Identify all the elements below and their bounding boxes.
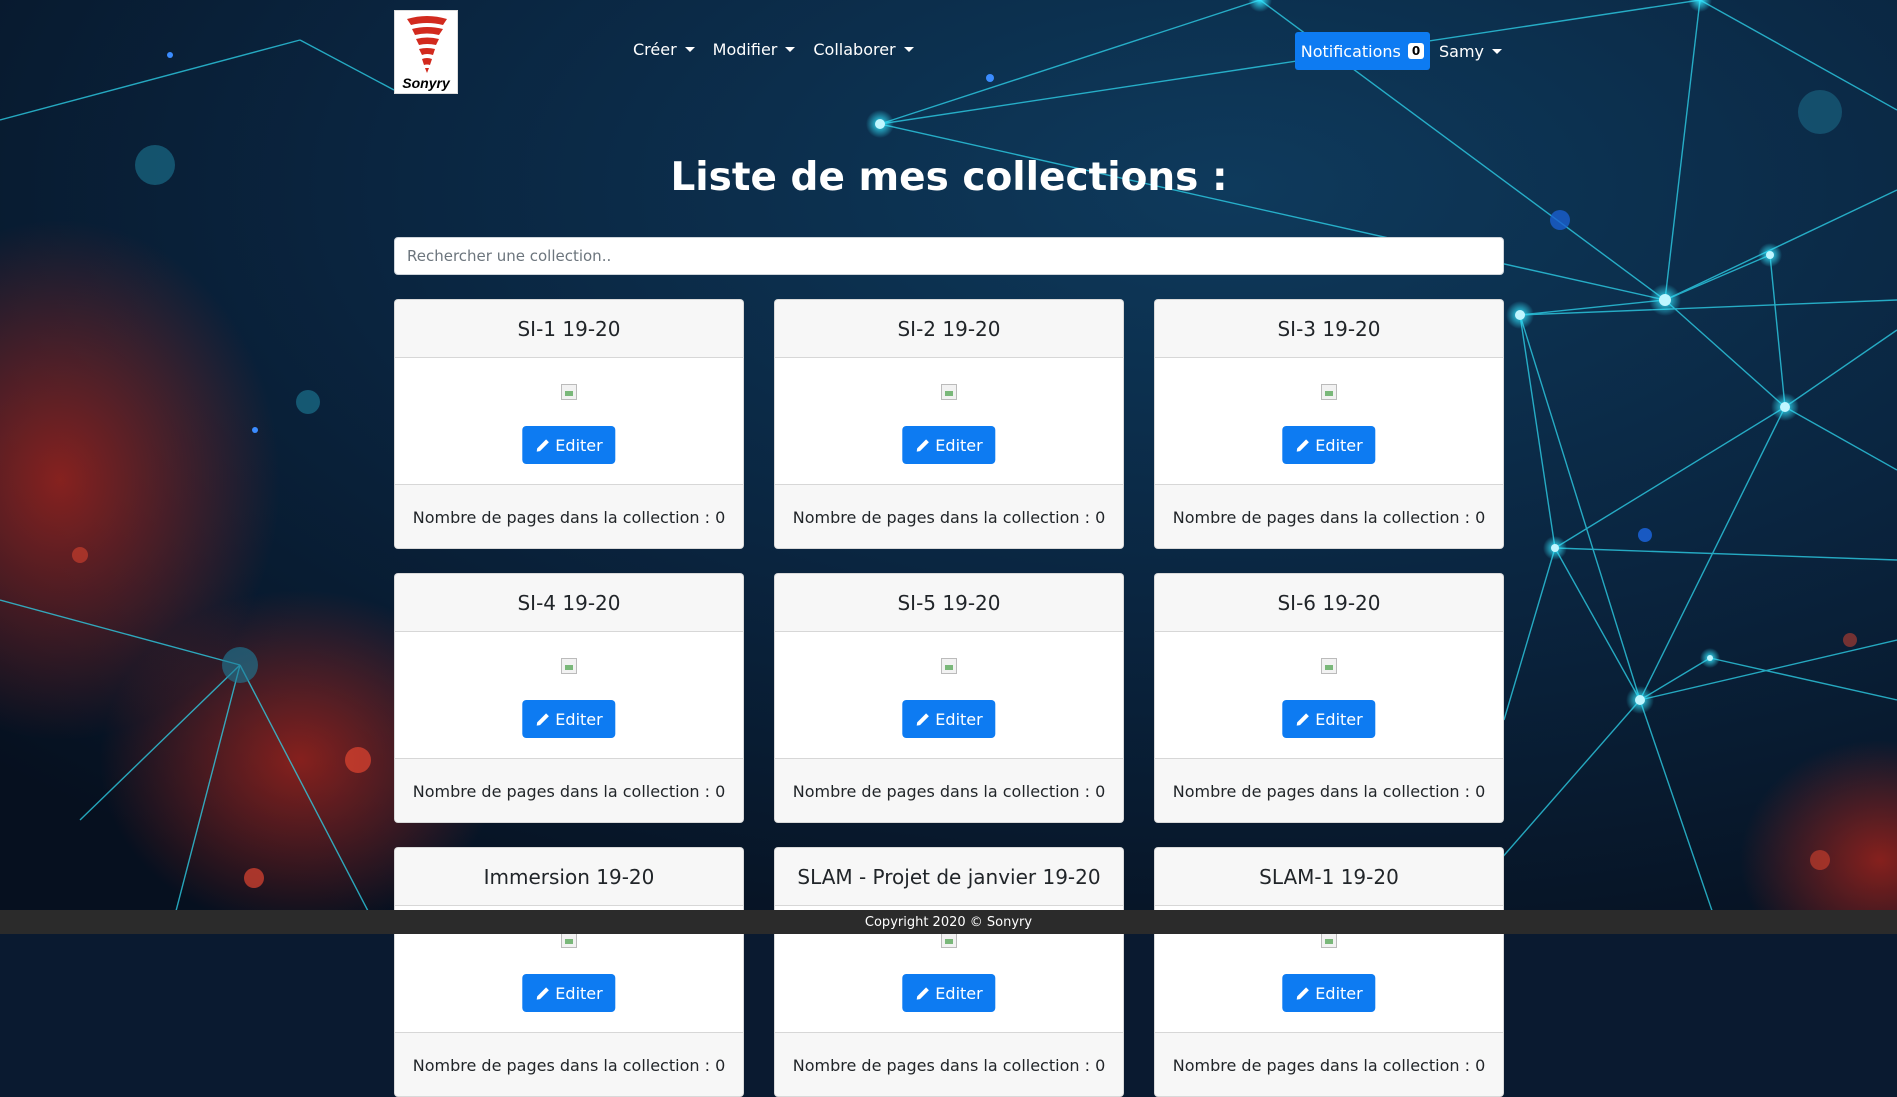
edit-collection-button[interactable]: Editer <box>1282 426 1376 464</box>
user-name: Samy <box>1439 42 1485 61</box>
broken-image-icon <box>1321 658 1337 674</box>
edit-button-label: Editer <box>935 983 983 1003</box>
notifications-label: Notifications <box>1300 41 1401 61</box>
collection-page-count: Nombre de pages dans la collection : 0 <box>1155 484 1503 548</box>
edit-collection-button[interactable]: Editer <box>1282 974 1376 1012</box>
pencil-icon <box>536 438 549 452</box>
collection-page-count: Nombre de pages dans la collection : 0 <box>775 484 1123 548</box>
collection-page-count: Nombre de pages dans la collection : 0 <box>395 1032 743 1096</box>
broken-image-icon <box>561 384 577 400</box>
collection-card: SI-4 19-20 Editer Nombre de pages dans la … <box>394 573 744 823</box>
main-nav: Créer Modifier Collaborer <box>633 40 932 59</box>
caret-down-icon <box>785 47 796 52</box>
collection-card: SLAM-1 19-20 Editer Nombre de pages dans l… <box>1154 847 1504 1097</box>
broken-image-icon <box>941 932 957 948</box>
edit-collection-button[interactable]: Editer <box>522 426 616 464</box>
broken-image-icon <box>1321 384 1337 400</box>
edit-button-label: Editer <box>555 709 603 729</box>
edit-collection-button[interactable]: Editer <box>902 974 996 1012</box>
nav-collaborate-dropdown[interactable]: Collaborer <box>813 40 914 59</box>
pencil-icon <box>916 986 929 1000</box>
nav-create-label: Créer <box>633 40 677 59</box>
collection-title: Immersion 19-20 <box>395 848 743 906</box>
page-footer: Copyright 2020 © Sonyry <box>0 910 1897 934</box>
brand-logo-text: Sonyry <box>402 75 450 91</box>
caret-down-icon <box>1492 49 1503 54</box>
user-dropdown[interactable]: Samy <box>1439 42 1503 61</box>
edit-collection-button[interactable]: Editer <box>522 974 616 1012</box>
collection-title: SI-2 19-20 <box>775 300 1123 358</box>
brand-logo[interactable]: Sonyry <box>394 10 458 94</box>
edit-button-label: Editer <box>1315 709 1363 729</box>
broken-image-icon <box>561 932 577 948</box>
broken-image-icon <box>941 658 957 674</box>
collection-body: Editer <box>1155 358 1503 484</box>
page-title: Liste de mes collections : <box>670 155 1228 200</box>
pencil-icon <box>916 712 929 726</box>
collection-page-count: Nombre de pages dans la collection : 0 <box>1155 758 1503 822</box>
collection-card: SI-2 19-20 Editer Nombre de pages dans la … <box>774 299 1124 549</box>
caret-down-icon <box>903 47 914 52</box>
edit-button-label: Editer <box>555 435 603 455</box>
collection-body: Editer <box>395 358 743 484</box>
pencil-icon <box>536 712 549 726</box>
pencil-icon <box>1296 438 1309 452</box>
nav-create-dropdown[interactable]: Créer <box>633 40 695 59</box>
edit-collection-button[interactable]: Editer <box>1282 700 1376 738</box>
collection-card: Immersion 19-20 Editer Nombre de pages dan… <box>394 847 744 1097</box>
caret-down-icon <box>684 47 695 52</box>
collection-page-count: Nombre de pages dans la collection : 0 <box>775 758 1123 822</box>
edit-button-label: Editer <box>555 983 603 1003</box>
collection-body: Editer <box>395 632 743 758</box>
edit-button-label: Editer <box>1315 983 1363 1003</box>
notifications-button[interactable]: Notifications 0 <box>1295 32 1430 70</box>
collection-title: SI-3 19-20 <box>1155 300 1503 358</box>
collection-title: SI-6 19-20 <box>1155 574 1503 632</box>
edit-collection-button[interactable]: Editer <box>522 700 616 738</box>
broken-image-icon <box>941 384 957 400</box>
collection-title: SI-4 19-20 <box>395 574 743 632</box>
tornado-logo-icon <box>407 16 447 73</box>
collection-title: SI-1 19-20 <box>395 300 743 358</box>
collection-card: SI-1 19-20 Editer Nombre de pages dans la … <box>394 299 744 549</box>
edit-collection-button[interactable]: Editer <box>902 426 996 464</box>
collection-page-count: Nombre de pages dans la collection : 0 <box>395 758 743 822</box>
collection-title: SLAM-1 19-20 <box>1155 848 1503 906</box>
collection-search-input[interactable] <box>394 237 1504 275</box>
nav-collaborate-label: Collaborer <box>813 40 896 59</box>
nav-modify-dropdown[interactable]: Modifier <box>713 40 796 59</box>
collection-page-count: Nombre de pages dans la collection : 0 <box>1155 1032 1503 1096</box>
broken-image-icon <box>561 658 577 674</box>
pencil-icon <box>1296 712 1309 726</box>
collection-card: SI-3 19-20 Editer Nombre de pages dans la … <box>1154 299 1504 549</box>
copyright-text: Copyright 2020 © Sonyry <box>864 914 1033 930</box>
nav-modify-label: Modifier <box>712 40 778 59</box>
collection-card: SI-5 19-20 Editer Nombre de pages dans la … <box>774 573 1124 823</box>
edit-collection-button[interactable]: Editer <box>902 700 996 738</box>
collection-body: Editer <box>775 358 1123 484</box>
edit-button-label: Editer <box>935 435 983 455</box>
pencil-icon <box>1296 986 1309 1000</box>
broken-image-icon <box>1321 932 1337 948</box>
pencil-icon <box>536 986 549 1000</box>
collection-title: SI-5 19-20 <box>775 574 1123 632</box>
collection-body: Editer <box>1155 632 1503 758</box>
collection-title: SLAM - Projet de janvier 19-20 <box>775 848 1123 906</box>
collection-page-count: Nombre de pages dans la collection : 0 <box>775 1032 1123 1096</box>
edit-button-label: Editer <box>1315 435 1363 455</box>
edit-button-label: Editer <box>935 709 983 729</box>
notifications-count-badge: 0 <box>1407 43 1425 59</box>
collection-card: SI-6 19-20 Editer Nombre de pages dans la … <box>1154 573 1504 823</box>
collection-body: Editer <box>775 632 1123 758</box>
collection-card: SLAM - Projet de janvier 19-20 Editer Nomb… <box>774 847 1124 1097</box>
collection-page-count: Nombre de pages dans la collection : 0 <box>395 484 743 548</box>
pencil-icon <box>916 438 929 452</box>
